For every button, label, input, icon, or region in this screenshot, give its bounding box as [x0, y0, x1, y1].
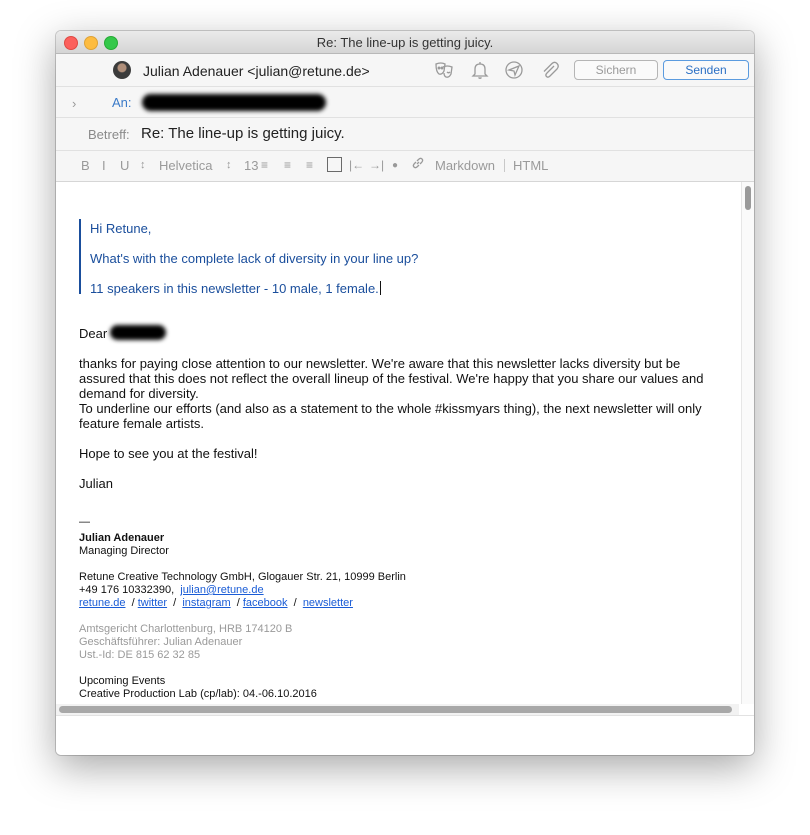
subject-row: Betreff: Re: The line-up is getting juic…: [56, 118, 754, 151]
align-center-icon[interactable]: ≡: [284, 158, 291, 172]
site-link[interactable]: retune.de: [79, 597, 125, 609]
theater-masks-icon[interactable]: [434, 60, 454, 80]
compose-header: Julian Adenauer <julian@retune.de> Siche…: [56, 54, 754, 182]
font-size-select[interactable]: 13: [244, 158, 258, 173]
instagram-link[interactable]: instagram: [182, 597, 230, 609]
from-account[interactable]: Julian Adenauer <julian@retune.de>: [143, 63, 370, 79]
title-bar: Re: The line-up is getting juicy.: [56, 31, 754, 54]
greeting: Dear: [79, 326, 108, 341]
horizontal-scroll-thumb[interactable]: [59, 706, 732, 713]
window-title: Re: The line-up is getting juicy.: [316, 35, 494, 50]
quote-line: Hi Retune,: [90, 221, 152, 236]
quote-box-icon[interactable]: [327, 157, 342, 172]
font-stepper-icon[interactable]: ↕: [140, 159, 146, 171]
size-stepper-icon[interactable]: ↕: [226, 159, 232, 171]
indent-icon[interactable]: →|: [369, 158, 384, 172]
quote-line: What's with the complete lack of diversi…: [90, 251, 419, 266]
vertical-scroll-thumb[interactable]: [745, 186, 751, 210]
compose-window: Re: The line-up is getting juicy. Julian…: [56, 31, 754, 755]
twitter-link[interactable]: twitter: [138, 597, 167, 609]
outdent-icon[interactable]: |←: [349, 158, 364, 172]
email-link[interactable]: julian@retune.de: [180, 584, 263, 596]
bell-icon[interactable]: [470, 60, 490, 80]
body-line: Hope to see you at the festival!: [79, 446, 258, 461]
paperclip-icon[interactable]: [540, 60, 560, 80]
signature-legal: Geschäftsführer: Julian Adenauer: [79, 636, 243, 648]
events-title: Upcoming Events: [79, 675, 166, 687]
signature-address: Retune Creative Technology GmbH, Glogaue…: [79, 571, 406, 583]
link-icon[interactable]: [411, 156, 425, 173]
body-line: demand for diversity.: [79, 386, 199, 401]
body-line: Julian: [79, 476, 113, 491]
horizontal-scrollbar[interactable]: [56, 704, 739, 715]
markdown-toggle[interactable]: Markdown: [435, 158, 495, 173]
window-footer: [56, 715, 754, 755]
align-left-icon[interactable]: ≡: [261, 158, 268, 172]
align-right-icon[interactable]: ≡: [306, 158, 313, 172]
signature-name: Julian Adenauer: [79, 532, 165, 544]
facebook-link[interactable]: facebook: [243, 597, 288, 609]
subject-input[interactable]: Re: The line-up is getting juicy.: [141, 125, 345, 142]
signature-role: Managing Director: [79, 545, 169, 557]
signature-contact: +49 176 10332390, julian@retune.de: [79, 584, 264, 597]
quoted-text: Hi Retune, What's with the complete lack…: [79, 219, 688, 296]
subject-label: Betreff:: [88, 127, 130, 142]
from-row: Julian Adenauer <julian@retune.de> Siche…: [56, 54, 754, 87]
vertical-scrollbar[interactable]: [741, 182, 754, 704]
signature-dash: —: [79, 516, 90, 528]
html-toggle[interactable]: HTML: [513, 158, 548, 173]
to-label: An:: [112, 95, 132, 110]
to-row: › An:: [56, 87, 754, 118]
bold-button[interactable]: B: [81, 158, 90, 173]
quote-line-last: 11 speakers in this newsletter - 10 male…: [90, 281, 381, 296]
signature-legal: Amtsgericht Charlottenburg, HRB 174120 B: [79, 623, 293, 635]
signature-phone: +49 176 10332390,: [79, 584, 175, 596]
underline-button[interactable]: U: [120, 158, 129, 173]
body-line: feature female artists.: [79, 416, 204, 431]
format-divider: [504, 159, 505, 172]
chevron-right-icon[interactable]: ›: [72, 96, 76, 111]
send-later-icon[interactable]: [504, 60, 524, 80]
body-line: assured that this does not reflect the o…: [79, 371, 704, 386]
avatar: [113, 61, 131, 79]
body-line: thanks for paying close attention to our…: [79, 356, 681, 371]
text-cursor: [379, 281, 381, 295]
bullet-list-icon[interactable]: ●: [392, 160, 398, 171]
event-item: Creative Production Lab (cp/lab): 04.-06…: [79, 688, 317, 700]
signature-links: retune.de / twitter / instagram / facebo…: [79, 597, 353, 609]
font-select[interactable]: Helvetica: [159, 158, 212, 173]
italic-button[interactable]: I: [102, 158, 106, 173]
message-body[interactable]: Hi Retune, What's with the complete lack…: [56, 182, 739, 704]
redacted-name: [110, 325, 166, 340]
to-field[interactable]: [142, 94, 326, 111]
body-line: To underline our efforts (and also as a …: [79, 401, 702, 416]
save-button[interactable]: Sichern: [574, 60, 658, 80]
signature-legal: Ust.-Id: DE 815 62 32 85: [79, 649, 201, 661]
newsletter-link[interactable]: newsletter: [303, 597, 353, 609]
format-toolbar: B I U ↕ Helvetica ↕ 13 ≡ ≡ ≡ |← →| ● Mar…: [56, 151, 754, 182]
send-button[interactable]: Senden: [663, 60, 749, 80]
